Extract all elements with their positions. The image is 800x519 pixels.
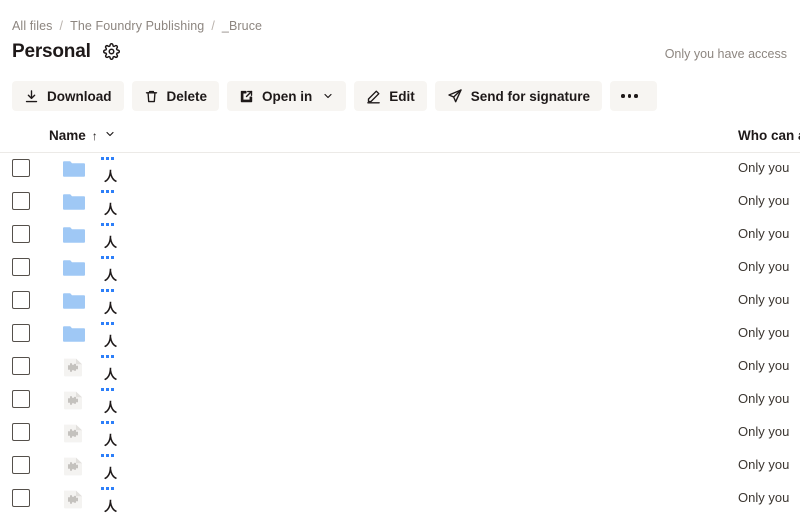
- truncated-name-dots: [101, 388, 114, 391]
- more-actions-button[interactable]: [610, 81, 657, 111]
- row-checkbox[interactable]: [12, 258, 30, 276]
- table-body: 人 Only you 人 Only you 人 Only you 人 Only you 人 Onl…: [0, 153, 800, 516]
- title-row: Personal: [12, 42, 121, 61]
- pencil-icon: [366, 89, 381, 104]
- row-checkbox[interactable]: [12, 456, 30, 474]
- row-checkbox[interactable]: [12, 324, 30, 342]
- folder-icon: [62, 324, 86, 344]
- download-button-label: Download: [47, 88, 112, 104]
- page-title: Personal: [12, 41, 91, 62]
- delete-button-label: Delete: [166, 88, 208, 104]
- breadcrumb-item-bruce[interactable]: _Bruce: [222, 19, 262, 33]
- folder-icon: [62, 258, 86, 278]
- row-checkbox[interactable]: [12, 192, 30, 210]
- breadcrumb: All files / The Foundry Publishing / _Br…: [12, 19, 262, 33]
- audio-file-icon: [62, 390, 86, 410]
- row-access-value: Only you: [738, 457, 790, 472]
- truncated-name-dots: [101, 487, 114, 490]
- row-checkbox[interactable]: [12, 159, 30, 177]
- truncated-name-dots: [101, 190, 114, 193]
- row-access-value: Only you: [738, 391, 790, 406]
- access-note: Only you have access: [664, 47, 787, 61]
- row-access-value: Only you: [738, 292, 790, 307]
- download-button[interactable]: Download: [12, 81, 124, 111]
- trash-icon: [144, 89, 159, 104]
- column-header-name-label: Name: [49, 128, 86, 143]
- paper-plane-icon: [447, 88, 463, 104]
- gear-icon[interactable]: [103, 43, 121, 61]
- folder-icon: [62, 291, 86, 311]
- column-header-name[interactable]: Name ↑: [49, 128, 116, 143]
- file-browser-page: All files / The Foundry Publishing / _Br…: [0, 0, 800, 519]
- edit-button[interactable]: Edit: [354, 81, 427, 111]
- truncated-name-dots: [101, 223, 114, 226]
- delete-button[interactable]: Delete: [131, 81, 220, 111]
- external-link-icon: [239, 89, 254, 104]
- truncated-name-dots: [101, 289, 114, 292]
- open-in-button-label: Open in: [262, 88, 313, 104]
- open-in-button[interactable]: Open in: [227, 81, 347, 111]
- truncated-name-dots: [101, 454, 114, 457]
- send-for-signature-button[interactable]: Send for signature: [434, 81, 603, 111]
- toolbar: Download Delete Open in Edit Send for si…: [12, 81, 657, 111]
- row-access-value: Only you: [738, 193, 790, 208]
- audio-file-icon: [62, 357, 86, 377]
- file-name-cell[interactable]: 人: [97, 476, 137, 516]
- breadcrumb-item-foundry[interactable]: The Foundry Publishing: [70, 19, 204, 33]
- column-header-access[interactable]: Who can ac: [738, 128, 800, 143]
- row-access-value: Only you: [738, 490, 790, 505]
- breadcrumb-separator: /: [211, 19, 215, 33]
- folder-icon: [62, 192, 86, 212]
- audio-file-icon: [62, 489, 86, 509]
- row-checkbox[interactable]: [12, 390, 30, 408]
- sort-ascending-icon: ↑: [91, 128, 98, 143]
- truncated-name-dots: [101, 322, 114, 325]
- truncated-name-dots: [101, 157, 114, 160]
- chevron-down-icon: [322, 90, 334, 102]
- row-access-value: Only you: [738, 358, 790, 373]
- breadcrumb-item-all-files[interactable]: All files: [12, 19, 53, 33]
- row-access-value: Only you: [738, 424, 790, 439]
- row-checkbox[interactable]: [12, 423, 30, 441]
- row-checkbox[interactable]: [12, 489, 30, 507]
- row-access-value: Only you: [738, 259, 790, 274]
- file-name-glyph: 人: [104, 500, 118, 515]
- row-access-value: Only you: [738, 226, 790, 241]
- row-access-value: Only you: [738, 160, 790, 175]
- audio-file-icon: [62, 456, 86, 476]
- folder-icon: [62, 225, 86, 245]
- truncated-name-dots: [101, 256, 114, 259]
- send-for-signature-button-label: Send for signature: [470, 88, 591, 104]
- table-row[interactable]: 人 Only you: [0, 483, 800, 516]
- folder-icon: [62, 159, 86, 179]
- row-checkbox[interactable]: [12, 357, 30, 375]
- row-access-value: Only you: [738, 325, 790, 340]
- row-checkbox[interactable]: [12, 291, 30, 309]
- edit-button-label: Edit: [389, 88, 415, 104]
- row-checkbox[interactable]: [12, 225, 30, 243]
- breadcrumb-separator: /: [59, 19, 64, 33]
- truncated-name-dots: [101, 355, 114, 358]
- file-table: Name ↑ Who can ac 人Only you人Only you人Onl…: [0, 124, 800, 516]
- ellipsis-icon: [621, 94, 638, 98]
- audio-file-icon: [62, 423, 86, 443]
- download-icon: [24, 89, 39, 104]
- truncated-name-dots: [101, 421, 114, 424]
- chevron-down-icon: [104, 128, 116, 143]
